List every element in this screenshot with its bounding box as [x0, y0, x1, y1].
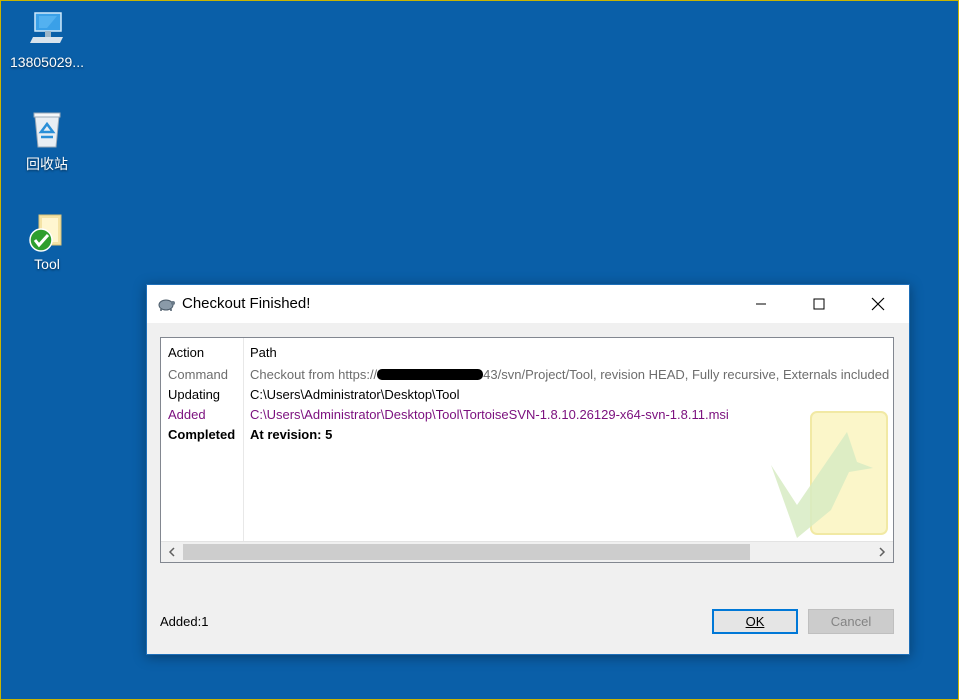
- desktop-icon-label: 13805029...: [10, 54, 84, 70]
- maximize-button[interactable]: [790, 285, 848, 323]
- row-path: C:\Users\Administrator\Desktop\Tool\Tort…: [250, 407, 729, 422]
- computer-icon: [27, 10, 67, 50]
- window-title: Checkout Finished!: [182, 295, 311, 312]
- path-suffix: 43/svn/Project/Tool, revision HEAD, Full…: [483, 367, 890, 382]
- close-button[interactable]: [849, 285, 907, 323]
- cancel-button[interactable]: Cancel: [808, 609, 894, 634]
- chevron-right-icon: [879, 547, 886, 557]
- row-action: Updating: [168, 387, 221, 402]
- minimize-icon: [756, 303, 766, 305]
- tortoise-watermark-icon: [769, 410, 889, 540]
- column-separator: [243, 338, 244, 541]
- ok-button[interactable]: OK: [712, 609, 798, 634]
- scrollbar-thumb[interactable]: [183, 544, 750, 560]
- chevron-left-icon: [168, 547, 175, 557]
- close-icon: [871, 297, 885, 311]
- scroll-right-button[interactable]: [871, 542, 893, 562]
- desktop-icon-label: 回收站: [26, 156, 68, 172]
- title-bar[interactable]: Checkout Finished!: [147, 285, 909, 323]
- desktop-icon-recycle-bin[interactable]: 回收站: [2, 110, 92, 174]
- column-header-action[interactable]: Action: [168, 345, 204, 360]
- scroll-left-button[interactable]: [161, 542, 183, 562]
- desktop-icon-tool-folder[interactable]: Tool: [2, 212, 92, 272]
- desktop-icon-computer[interactable]: 13805029...: [2, 10, 92, 70]
- horizontal-scrollbar[interactable]: [161, 541, 893, 562]
- status-summary: Added:1: [160, 614, 209, 629]
- row-path: At revision: 5: [250, 427, 333, 442]
- row-path: Checkout from https:// 43/svn/Project/Too…: [250, 367, 889, 382]
- recycle-bin-icon: [27, 110, 67, 150]
- row-action: Added: [168, 407, 206, 422]
- action-list[interactable]: Action Path Command Checkout from https:…: [160, 337, 894, 563]
- svn-folder-icon: [27, 212, 67, 252]
- minimize-button[interactable]: [732, 285, 790, 323]
- path-prefix: Checkout from https://: [250, 367, 378, 382]
- checkout-finished-dialog: Checkout Finished! Action Path Command C…: [146, 284, 910, 655]
- desktop-icon-label: Tool: [34, 256, 60, 272]
- maximize-icon: [813, 298, 825, 310]
- column-header-path[interactable]: Path: [250, 345, 277, 360]
- redacted-url-mark: [377, 369, 484, 381]
- row-action: Completed: [168, 427, 236, 442]
- row-path: C:\Users\Administrator\Desktop\Tool: [250, 387, 460, 402]
- row-action: Command: [168, 367, 228, 382]
- tortoise-svn-icon: [157, 296, 175, 312]
